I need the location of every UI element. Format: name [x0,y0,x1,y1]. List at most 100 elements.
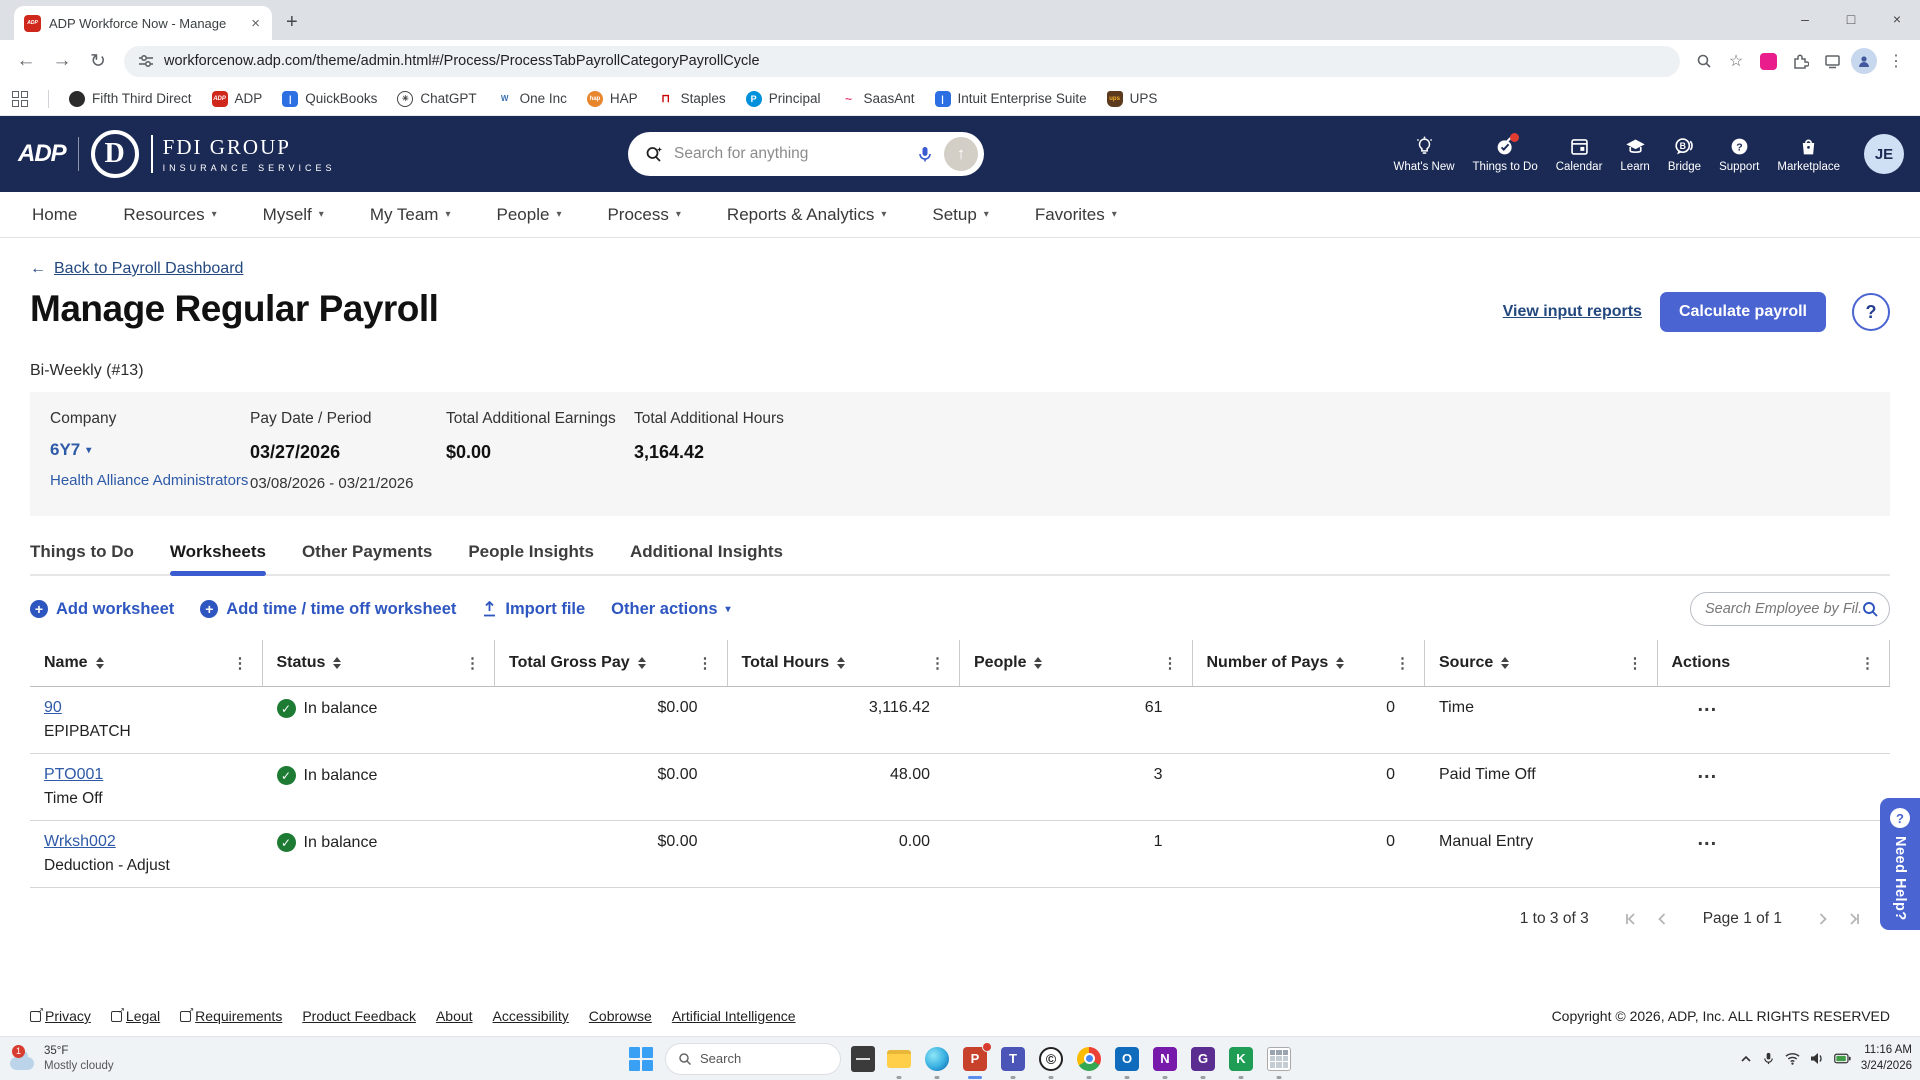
tray-battery-icon[interactable] [1833,1053,1851,1064]
zoom-icon[interactable] [1690,47,1718,75]
worksheet-link[interactable]: PTO001 [44,766,103,784]
sort-icon[interactable] [637,657,646,669]
worksheet-link[interactable]: Wrksh002 [44,833,116,851]
column-menu-icon[interactable]: ⋮ [930,654,951,672]
bookmark-intuit[interactable]: | Intuit Enterprise Suite [934,90,1087,107]
footer-link-cobrowse[interactable]: Cobrowse [589,1008,652,1024]
nav-myself[interactable]: Myself ▾ [263,205,324,225]
tab-close-icon[interactable]: × [249,15,262,32]
add-worksheet-button[interactable]: + Add worksheet [30,600,174,619]
column-header-gross-pay[interactable]: Total Gross Pay ⋮ [495,640,728,686]
row-actions-menu[interactable]: ... [1698,695,1877,715]
help-button[interactable]: ? [1852,293,1890,331]
user-avatar[interactable]: JE [1864,134,1904,174]
nav-resources[interactable]: Resources ▾ [123,205,216,225]
purple-g-app-icon[interactable]: G [1189,1045,1217,1079]
taskbar-search[interactable]: Search [665,1042,841,1075]
column-header-total-hours[interactable]: Total Hours ⋮ [728,640,960,686]
company-code-dropdown[interactable]: 6Y7 ▾ [50,440,250,460]
address-bar[interactable]: workforcenow.adp.com/theme/admin.html#/P… [124,45,1680,77]
tray-mic-icon[interactable] [1762,1052,1775,1065]
column-header-people[interactable]: People ⋮ [960,640,1193,686]
onenote-app-icon[interactable]: N [1151,1045,1179,1079]
new-tab-button[interactable]: + [286,11,298,34]
mic-icon[interactable] [916,145,934,163]
view-input-reports-link[interactable]: View input reports [1503,303,1642,321]
support-button[interactable]: ? Support [1719,136,1759,173]
worksheet-link[interactable]: 90 [44,699,62,717]
nav-favorites[interactable]: Favorites ▾ [1035,205,1117,225]
company-name-link[interactable]: Health Alliance Administrators [50,472,248,489]
footer-link-privacy[interactable]: Privacy [30,1006,91,1024]
tray-volume-icon[interactable] [1810,1052,1824,1065]
nav-process[interactable]: Process ▾ [607,205,680,225]
url-text[interactable]: workforcenow.adp.com/theme/admin.html#/P… [164,53,760,69]
calendar-button[interactable]: Calendar [1556,136,1602,173]
tab-additional-insights[interactable]: Additional Insights [630,542,783,574]
bookmark-chatgpt[interactable]: ✳ ChatGPT [397,90,477,107]
bookmark-fifth-third[interactable]: Fifth Third Direct [69,90,192,107]
search-submit-button[interactable]: ↑ [944,137,978,171]
column-menu-icon[interactable]: ⋮ [1395,654,1416,672]
outlook-app-icon[interactable]: O [1113,1045,1141,1079]
first-page-icon[interactable] [1623,912,1637,926]
nav-my-team[interactable]: My Team ▾ [370,205,451,225]
bookmark-principal[interactable]: P Principal [745,90,820,107]
nav-people[interactable]: People ▾ [497,205,562,225]
copyright-app-icon[interactable]: © [1037,1045,1065,1079]
bookmark-quickbooks[interactable]: | QuickBooks [282,90,377,107]
column-menu-icon[interactable]: ⋮ [698,654,719,672]
employee-search-input[interactable] [1705,601,1862,617]
calculate-payroll-button[interactable]: Calculate payroll [1659,292,1826,332]
window-close-button[interactable]: × [1874,0,1920,38]
footer-link-legal[interactable]: Legal [110,1006,160,1024]
tab-people-insights[interactable]: People Insights [468,542,594,574]
last-page-icon[interactable] [1848,912,1862,926]
chrome-app-icon[interactable] [1075,1045,1103,1079]
nav-home[interactable]: Home [32,205,77,225]
whats-new-button[interactable]: What's New [1394,135,1455,173]
bookmark-adp[interactable]: ADP ADP [211,90,262,107]
teams-app-icon[interactable]: T [999,1045,1027,1079]
column-header-number-of-pays[interactable]: Number of Pays ⋮ [1193,640,1425,686]
tab-worksheets[interactable]: Worksheets [169,542,267,576]
back-to-payroll-dashboard-link[interactable]: Back to Payroll Dashboard [54,260,243,278]
things-to-do-button[interactable]: Things to Do [1473,132,1538,173]
nav-reports-analytics[interactable]: Reports & Analytics ▾ [727,205,886,225]
footer-link-artificial-intelligence[interactable]: Artificial Intelligence [672,1008,796,1024]
site-settings-icon[interactable] [138,53,154,69]
column-header-name[interactable]: Name ⋮ [30,640,263,686]
footer-link-accessibility[interactable]: Accessibility [493,1008,569,1024]
file-explorer-app-icon[interactable] [885,1045,913,1079]
window-maximize-button[interactable]: □ [1828,0,1874,38]
column-menu-icon[interactable]: ⋮ [1163,654,1184,672]
column-menu-icon[interactable]: ⋮ [465,654,486,672]
other-actions-dropdown[interactable]: Other actions ▾ [611,600,730,619]
powerpoint-app-icon[interactable]: P [961,1041,992,1079]
learn-button[interactable]: Learn [1620,136,1650,173]
import-file-button[interactable]: Import file [482,600,585,619]
bookmark-staples[interactable]: ⊓ Staples [657,90,726,107]
notepad-app-icon[interactable] [851,1045,875,1072]
green-k-app-icon[interactable]: K [1227,1045,1255,1079]
forward-icon[interactable]: → [46,45,78,77]
bookmark-hap[interactable]: hap HAP [586,90,638,107]
footer-link-requirements[interactable]: Requirements [180,1006,282,1024]
extensions-puzzle-icon[interactable] [1786,47,1814,75]
row-actions-menu[interactable]: ... [1698,829,1877,849]
column-header-source[interactable]: Source ⋮ [1425,640,1658,686]
browser-menu-icon[interactable]: ⋮ [1882,47,1910,75]
nav-setup[interactable]: Setup ▾ [932,205,988,225]
search-input[interactable] [674,145,906,163]
column-menu-icon[interactable]: ⋮ [1628,654,1649,672]
start-button[interactable] [627,1045,655,1073]
column-menu-icon[interactable]: ⋮ [233,654,254,672]
window-minimize-button[interactable]: – [1782,0,1828,38]
sort-icon[interactable] [1336,657,1345,669]
tab-other-payments[interactable]: Other Payments [302,542,432,574]
column-header-status[interactable]: Status ⋮ [263,640,495,686]
reload-icon[interactable]: ↻ [82,45,114,77]
back-arrow-icon[interactable]: ← [30,260,46,278]
row-actions-menu[interactable]: ... [1698,762,1877,782]
previous-page-icon[interactable] [1655,912,1669,926]
